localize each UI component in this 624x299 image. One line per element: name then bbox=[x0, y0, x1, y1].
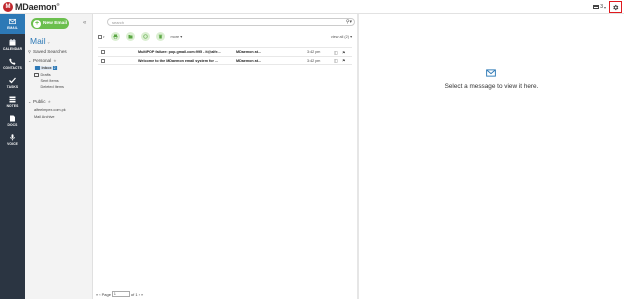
prev-page-icon[interactable]: ‹ bbox=[99, 292, 100, 297]
microphone-icon bbox=[10, 134, 15, 141]
ban-icon bbox=[142, 34, 148, 39]
print-button[interactable] bbox=[110, 32, 120, 41]
notes-icon bbox=[9, 96, 16, 103]
row-checkbox[interactable] bbox=[101, 58, 105, 63]
folder-sent-items[interactable]: Sent Items bbox=[34, 79, 59, 83]
folder-mail-archive[interactable]: Mail Archive bbox=[34, 115, 54, 119]
nav-label: NOTES bbox=[6, 104, 19, 108]
nav-calendar[interactable]: CALENDAR bbox=[0, 35, 25, 55]
nav-contacts[interactable]: CONTACTS bbox=[0, 54, 25, 74]
document-icon bbox=[10, 115, 15, 122]
message-row[interactable]: MultiPOP failure: pop.gmail.com:995 - it… bbox=[98, 47, 352, 56]
folder-deleted-items[interactable]: Deleted Items bbox=[34, 85, 64, 89]
message-time: 3:42 pm bbox=[307, 58, 321, 63]
search-field[interactable]: search ⚲▾ bbox=[107, 18, 355, 26]
gear-icon bbox=[613, 4, 619, 10]
message-time: 3:42 pm bbox=[307, 50, 321, 54]
move-to-folder-button[interactable] bbox=[125, 32, 135, 41]
personal-folder-group[interactable]: ⌄ Personal ★ bbox=[28, 58, 57, 63]
brand-mark: M bbox=[3, 2, 13, 12]
nav-notes[interactable]: NOTES bbox=[0, 92, 25, 112]
top-bar: M MDaemon® 3 ▾ bbox=[0, 0, 624, 14]
message-sender: MDaemon at... bbox=[236, 50, 261, 54]
phone-icon bbox=[9, 58, 16, 65]
nav-docs[interactable]: DOCS bbox=[0, 111, 25, 131]
message-sender: MDaemon at... bbox=[236, 58, 261, 63]
saved-searches[interactable]: ⚲ Saved Searches bbox=[28, 49, 67, 54]
nav-label: EMAIL bbox=[7, 26, 18, 30]
nav-label: VOICE bbox=[7, 142, 18, 146]
row-checkbox[interactable] bbox=[101, 50, 105, 54]
collapse-panel-icon[interactable]: « bbox=[83, 20, 86, 26]
folder-panel: + New Email « Mail ▿ ⚲ Saved Searches ⌄ Per… bbox=[25, 14, 93, 299]
junk-button[interactable] bbox=[140, 32, 150, 41]
brand-logo: M MDaemon® bbox=[3, 1, 60, 13]
star-icon: ★ bbox=[53, 58, 57, 63]
left-navigation: EMAIL CALENDAR CONTACTS TASKS NOTES DOCS… bbox=[0, 14, 25, 299]
message-list-panel: search ⚲▾ ▾ more ▾ view all (2) ▾ MultiP… bbox=[94, 14, 358, 299]
empty-state-message: Select a message to view it here. bbox=[444, 83, 539, 90]
public-folder-group[interactable]: ⌄ Public ★ bbox=[28, 99, 51, 104]
brand-name: MDaemon® bbox=[15, 2, 60, 12]
delete-button[interactable] bbox=[155, 32, 165, 41]
new-email-label: New Email bbox=[43, 21, 67, 26]
folder-icon[interactable]: ◫ bbox=[334, 58, 338, 63]
message-rows: MultiPOP failure: pop.gmail.com:995 - it… bbox=[98, 47, 352, 65]
folder-public-domain[interactable]: alfeelmpex.com.pk bbox=[34, 108, 66, 112]
tray-icon bbox=[593, 5, 600, 9]
envelope-icon bbox=[9, 18, 16, 25]
folder-inbox[interactable]: Inbox 2 bbox=[34, 66, 58, 70]
printer-icon bbox=[113, 34, 118, 39]
checkmark-icon bbox=[9, 77, 16, 84]
select-all-checkbox[interactable] bbox=[98, 34, 102, 39]
pagination: « ‹ Page 1 of 1 › » bbox=[96, 291, 143, 297]
nav-label: DOCS bbox=[7, 123, 18, 127]
calendar-icon bbox=[9, 39, 16, 46]
folder-drafts[interactable]: Drafts bbox=[34, 73, 51, 77]
envelope-icon bbox=[486, 69, 496, 77]
folder-icon[interactable]: ◫ bbox=[334, 50, 338, 55]
more-menu[interactable]: more ▾ bbox=[171, 34, 183, 39]
reading-pane: Select a message to view it here. bbox=[359, 14, 624, 299]
nav-voice[interactable]: VOICE bbox=[0, 130, 25, 150]
nav-label: TASKS bbox=[6, 85, 19, 89]
new-email-button[interactable]: + New Email bbox=[31, 18, 69, 29]
folder-icon bbox=[128, 35, 133, 39]
message-subject: Welcome to the MDaemon email system for … bbox=[138, 58, 219, 63]
flag-icon[interactable]: ⚑ bbox=[342, 50, 346, 55]
page-total: of 1 bbox=[130, 291, 138, 297]
message-subject: MultiPOP failure: pop.gmail.com:995 - it… bbox=[138, 50, 221, 54]
tray-count: 3 bbox=[600, 4, 603, 10]
flag-icon[interactable]: ⚑ bbox=[342, 58, 346, 63]
settings-button[interactable] bbox=[609, 1, 622, 13]
nav-tasks[interactable]: TASKS bbox=[0, 73, 25, 93]
chevron-down-icon[interactable]: ▿ bbox=[48, 40, 50, 45]
star-icon: ★ bbox=[47, 99, 52, 104]
first-page-icon[interactable]: « bbox=[96, 292, 98, 297]
chevron-down-icon: ▾ bbox=[603, 4, 606, 10]
view-all-filter[interactable]: view all (2) ▾ bbox=[331, 34, 352, 39]
trash-icon bbox=[158, 34, 162, 39]
message-toolbar: ▾ more ▾ view all (2) ▾ bbox=[98, 32, 354, 41]
plus-icon: + bbox=[33, 19, 41, 28]
search-icon[interactable]: ⚲▾ bbox=[346, 19, 352, 25]
mail-title: Mail ▿ bbox=[30, 36, 50, 46]
nav-label: CONTACTS bbox=[3, 66, 22, 70]
sent-icon bbox=[34, 79, 39, 83]
inbox-icon bbox=[35, 66, 40, 70]
search-input[interactable]: search bbox=[112, 20, 124, 25]
nav-label: CALENDAR bbox=[2, 47, 23, 51]
trash-icon bbox=[34, 85, 39, 89]
page-label: Page bbox=[101, 291, 111, 297]
last-page-icon[interactable]: » bbox=[141, 292, 143, 297]
page-number-input[interactable]: 1 bbox=[111, 291, 130, 297]
drafts-icon bbox=[34, 73, 39, 77]
nav-email[interactable]: EMAIL bbox=[0, 14, 25, 34]
notification-tray[interactable]: 3 ▾ bbox=[593, 4, 606, 10]
message-row[interactable]: Welcome to the MDaemon email system for … bbox=[98, 56, 352, 65]
next-page-icon[interactable]: › bbox=[139, 292, 140, 297]
unread-count-badge: 2 bbox=[52, 66, 57, 70]
chevron-down-icon[interactable]: ▾ bbox=[103, 35, 105, 39]
